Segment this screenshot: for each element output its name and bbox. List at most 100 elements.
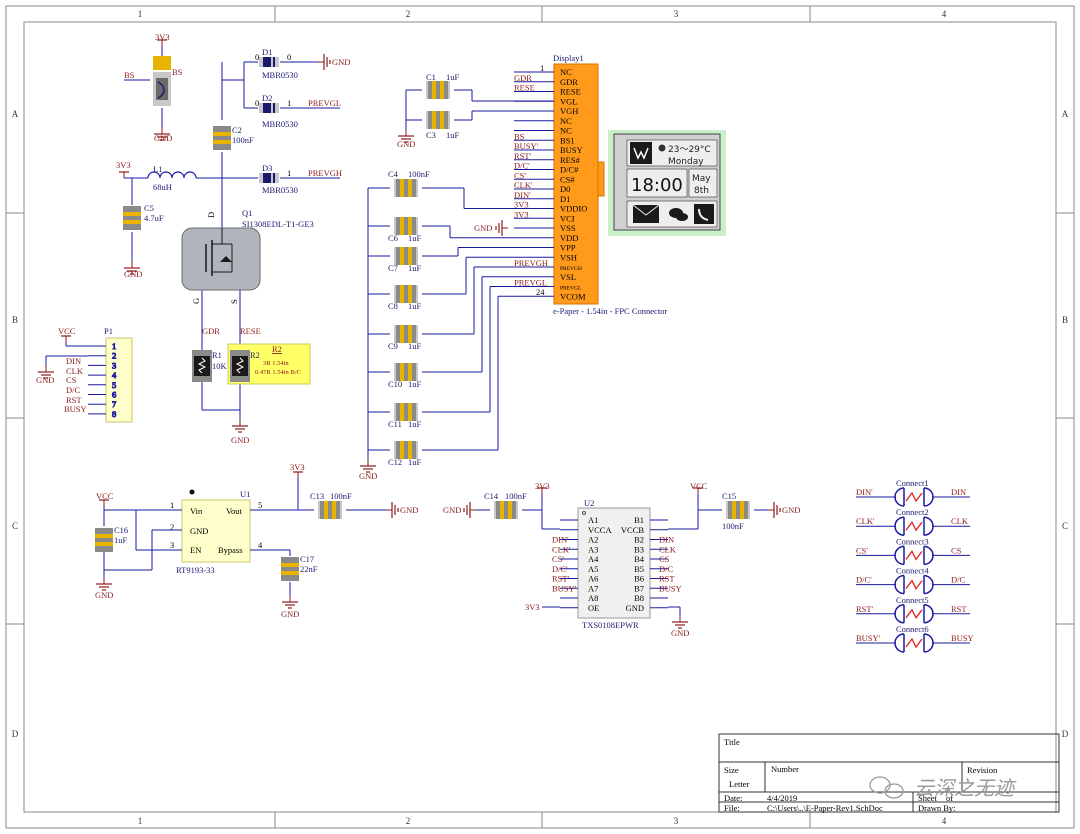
u1-pin4: 4	[258, 540, 263, 550]
display-pin-name: BS1	[560, 135, 575, 145]
gnd-r-label: GND	[231, 435, 249, 445]
u2-left-net: D/C'	[552, 564, 568, 574]
connect-tie-mark	[905, 608, 923, 620]
display-pin-name: RESE	[560, 87, 581, 97]
waveshare-logo-icon	[630, 142, 652, 164]
display-pin-name: NC	[560, 67, 572, 77]
c4-ref: C4	[388, 169, 399, 179]
u2-right-pin: B2	[634, 535, 644, 545]
gnd-ladder: GND	[359, 471, 377, 481]
date-label: Date:	[724, 793, 742, 803]
c7-ref: C7	[388, 263, 398, 273]
display-pin-name: VGL	[560, 96, 577, 106]
diode-d2: D2 MBR0530 0 1 PREVGL	[255, 93, 341, 129]
gnd-r: GND	[231, 410, 249, 445]
size-value: Letter	[729, 779, 749, 789]
display-net-label: 3V3	[514, 209, 529, 219]
u2-left-pin: A4	[588, 554, 599, 564]
file-label: File:	[724, 803, 740, 813]
net-3v3-u2: 3V3	[535, 481, 550, 491]
connect-net-b: BUSY	[951, 633, 974, 643]
net-ties: Connect1 DIN' DIN Connect2 CLK' CLK Connect3 CS…	[856, 478, 974, 653]
net-din-p1: DIN	[66, 356, 81, 366]
d2-ref: D2	[262, 93, 272, 103]
u1-vout: Vout	[226, 506, 243, 516]
q1-pin-g: G	[191, 298, 201, 304]
display-pin-name: VCI	[560, 213, 575, 223]
c5-value: 4.7uF	[144, 213, 164, 223]
title-block: Title Size Letter Number Revision Date: …	[718, 733, 1060, 813]
net-3v3-bs: 3V3	[155, 32, 170, 42]
net-3v3-oe: 3V3	[525, 602, 540, 612]
u2-left-net: RST'	[552, 574, 570, 584]
q1-pin-s: S	[229, 299, 239, 304]
c14-ref: C14	[484, 491, 499, 501]
c17-value: 22nF	[300, 564, 318, 574]
c12-value: 1uF	[408, 457, 422, 467]
connect-ref: Connect3	[896, 536, 929, 546]
net-busy-p1: BUSY	[64, 404, 87, 414]
file-value: C:\Users\..\E-Paper-Rev1.SchDoc	[767, 803, 883, 813]
connect-cup-left	[894, 545, 905, 566]
c8-value: 1uF	[408, 301, 422, 311]
col-3-top: 3	[674, 9, 679, 19]
u2-left-pin: A5	[588, 564, 598, 574]
gnd-c17: GND	[281, 609, 299, 619]
connect-net-b: DIN	[951, 487, 966, 497]
display-net-label: CLK'	[514, 180, 533, 190]
gnd-c16: GND	[95, 590, 113, 600]
display-pin-name: NC	[560, 116, 572, 126]
d3-ref: D3	[262, 163, 272, 173]
c13-ref: C13	[310, 491, 324, 501]
number-label: Number	[771, 764, 799, 774]
c4-value: 100nF	[408, 169, 430, 179]
sheet-border	[5, 5, 1075, 829]
drawn-by-label: Drawn By:	[918, 803, 956, 813]
u1-pin5: 5	[258, 500, 262, 510]
switch-body-top	[153, 56, 171, 70]
display-pin-name: D0	[560, 184, 570, 194]
connect-cup-right	[923, 487, 934, 507]
capacitor-c2: C2 100nF	[213, 125, 254, 150]
u1-pin1: 1	[170, 500, 174, 510]
display-pin-name: D1	[560, 194, 570, 204]
display-net-label: PREVGL	[514, 278, 547, 288]
c11-ref: C11	[388, 419, 402, 429]
display-pin-name: D/C#	[560, 165, 579, 175]
row-a-left: A	[12, 109, 19, 119]
capacitor-c5: C5 4.7uF GND	[123, 203, 164, 279]
date-value: 4/4/2019	[767, 793, 797, 803]
title-label: Title	[724, 737, 740, 747]
connect-ref: Connect5	[896, 595, 929, 605]
col-2-top: 2	[406, 9, 411, 19]
display-net-label: GDR	[514, 73, 532, 83]
display-pin-name: VCOM	[560, 291, 586, 301]
display-net-label: CS'	[514, 170, 526, 180]
connect-cup-left	[894, 604, 905, 624]
c2-ref: C2	[232, 125, 242, 135]
display-net-label: RESE	[514, 83, 535, 93]
r2-ref-note: R2	[272, 344, 282, 354]
c13-value: 100nF	[330, 491, 352, 501]
p1-pin-number: 5	[112, 380, 116, 390]
display-pin-last: 24	[536, 287, 545, 297]
u1-bypass: Bypass	[218, 545, 243, 555]
u2-left-pin: A8	[588, 593, 598, 603]
c10-value: 1uF	[408, 379, 422, 389]
q1-ref: Q1	[242, 208, 252, 218]
u2-value: TXS0108EPWR	[582, 620, 639, 630]
net-3v3-l1: 3V3	[116, 160, 131, 170]
svg-text:0: 0	[255, 52, 259, 62]
mail-icon	[632, 204, 660, 223]
p1-pin-number: 3	[112, 360, 116, 370]
u2-right-pin: B1	[634, 515, 644, 525]
column-markers: 1 2 3 4 1 2 3 4	[138, 9, 947, 826]
p1-ref: P1	[104, 326, 113, 336]
u2-ref: U2	[584, 498, 594, 508]
u2-left-net: DIN'	[552, 535, 569, 545]
ldo-u1: U1 Vin GND EN Vout Bypass 1 2 3 5 4 RT91…	[95, 462, 418, 619]
connect-tie-mark	[905, 491, 923, 503]
connect-cup-right	[923, 574, 934, 595]
connect-tie-mark	[905, 637, 923, 649]
gnd-c5: GND	[124, 269, 142, 279]
